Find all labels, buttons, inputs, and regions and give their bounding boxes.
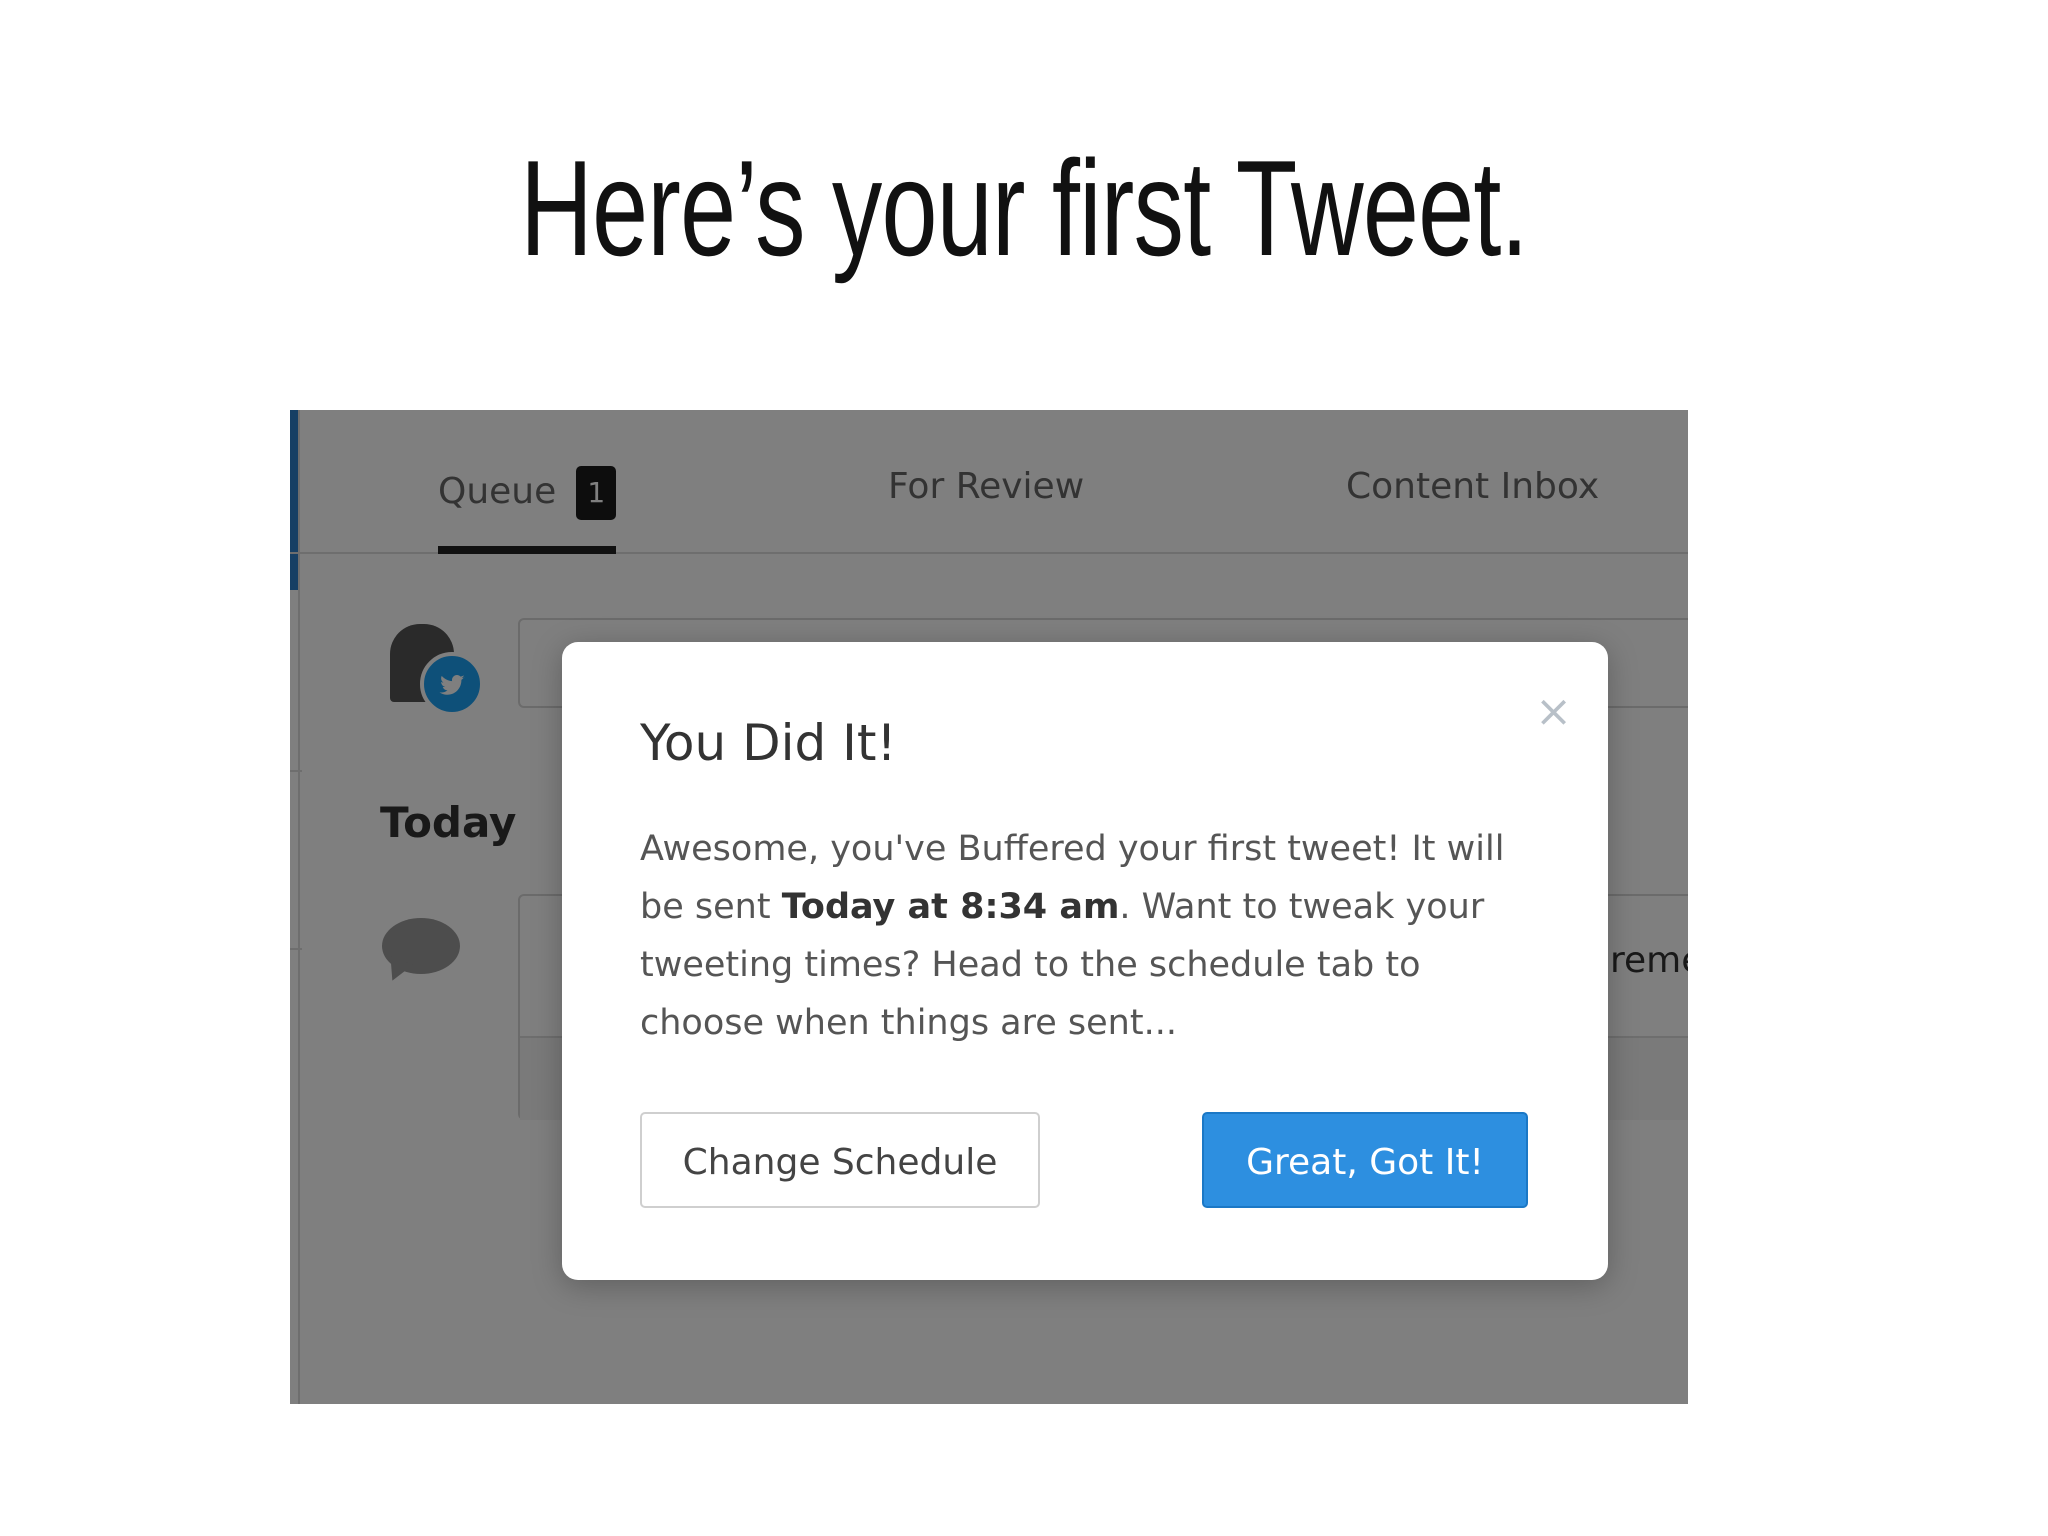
modal-message: Awesome, you've Buffered your first twee… xyxy=(640,820,1540,1052)
close-icon[interactable]: × xyxy=(1535,690,1572,734)
modal-title: You Did It! xyxy=(640,714,897,772)
success-modal: × You Did It! Awesome, you've Buffered y… xyxy=(562,642,1608,1280)
got-it-button[interactable]: Great, Got It! xyxy=(1202,1112,1528,1208)
scheduled-time: Today at 8:34 am xyxy=(781,887,1120,927)
change-schedule-button[interactable]: Change Schedule xyxy=(640,1112,1040,1208)
slide-title: Here’s your first Tweet. xyxy=(520,132,1528,284)
